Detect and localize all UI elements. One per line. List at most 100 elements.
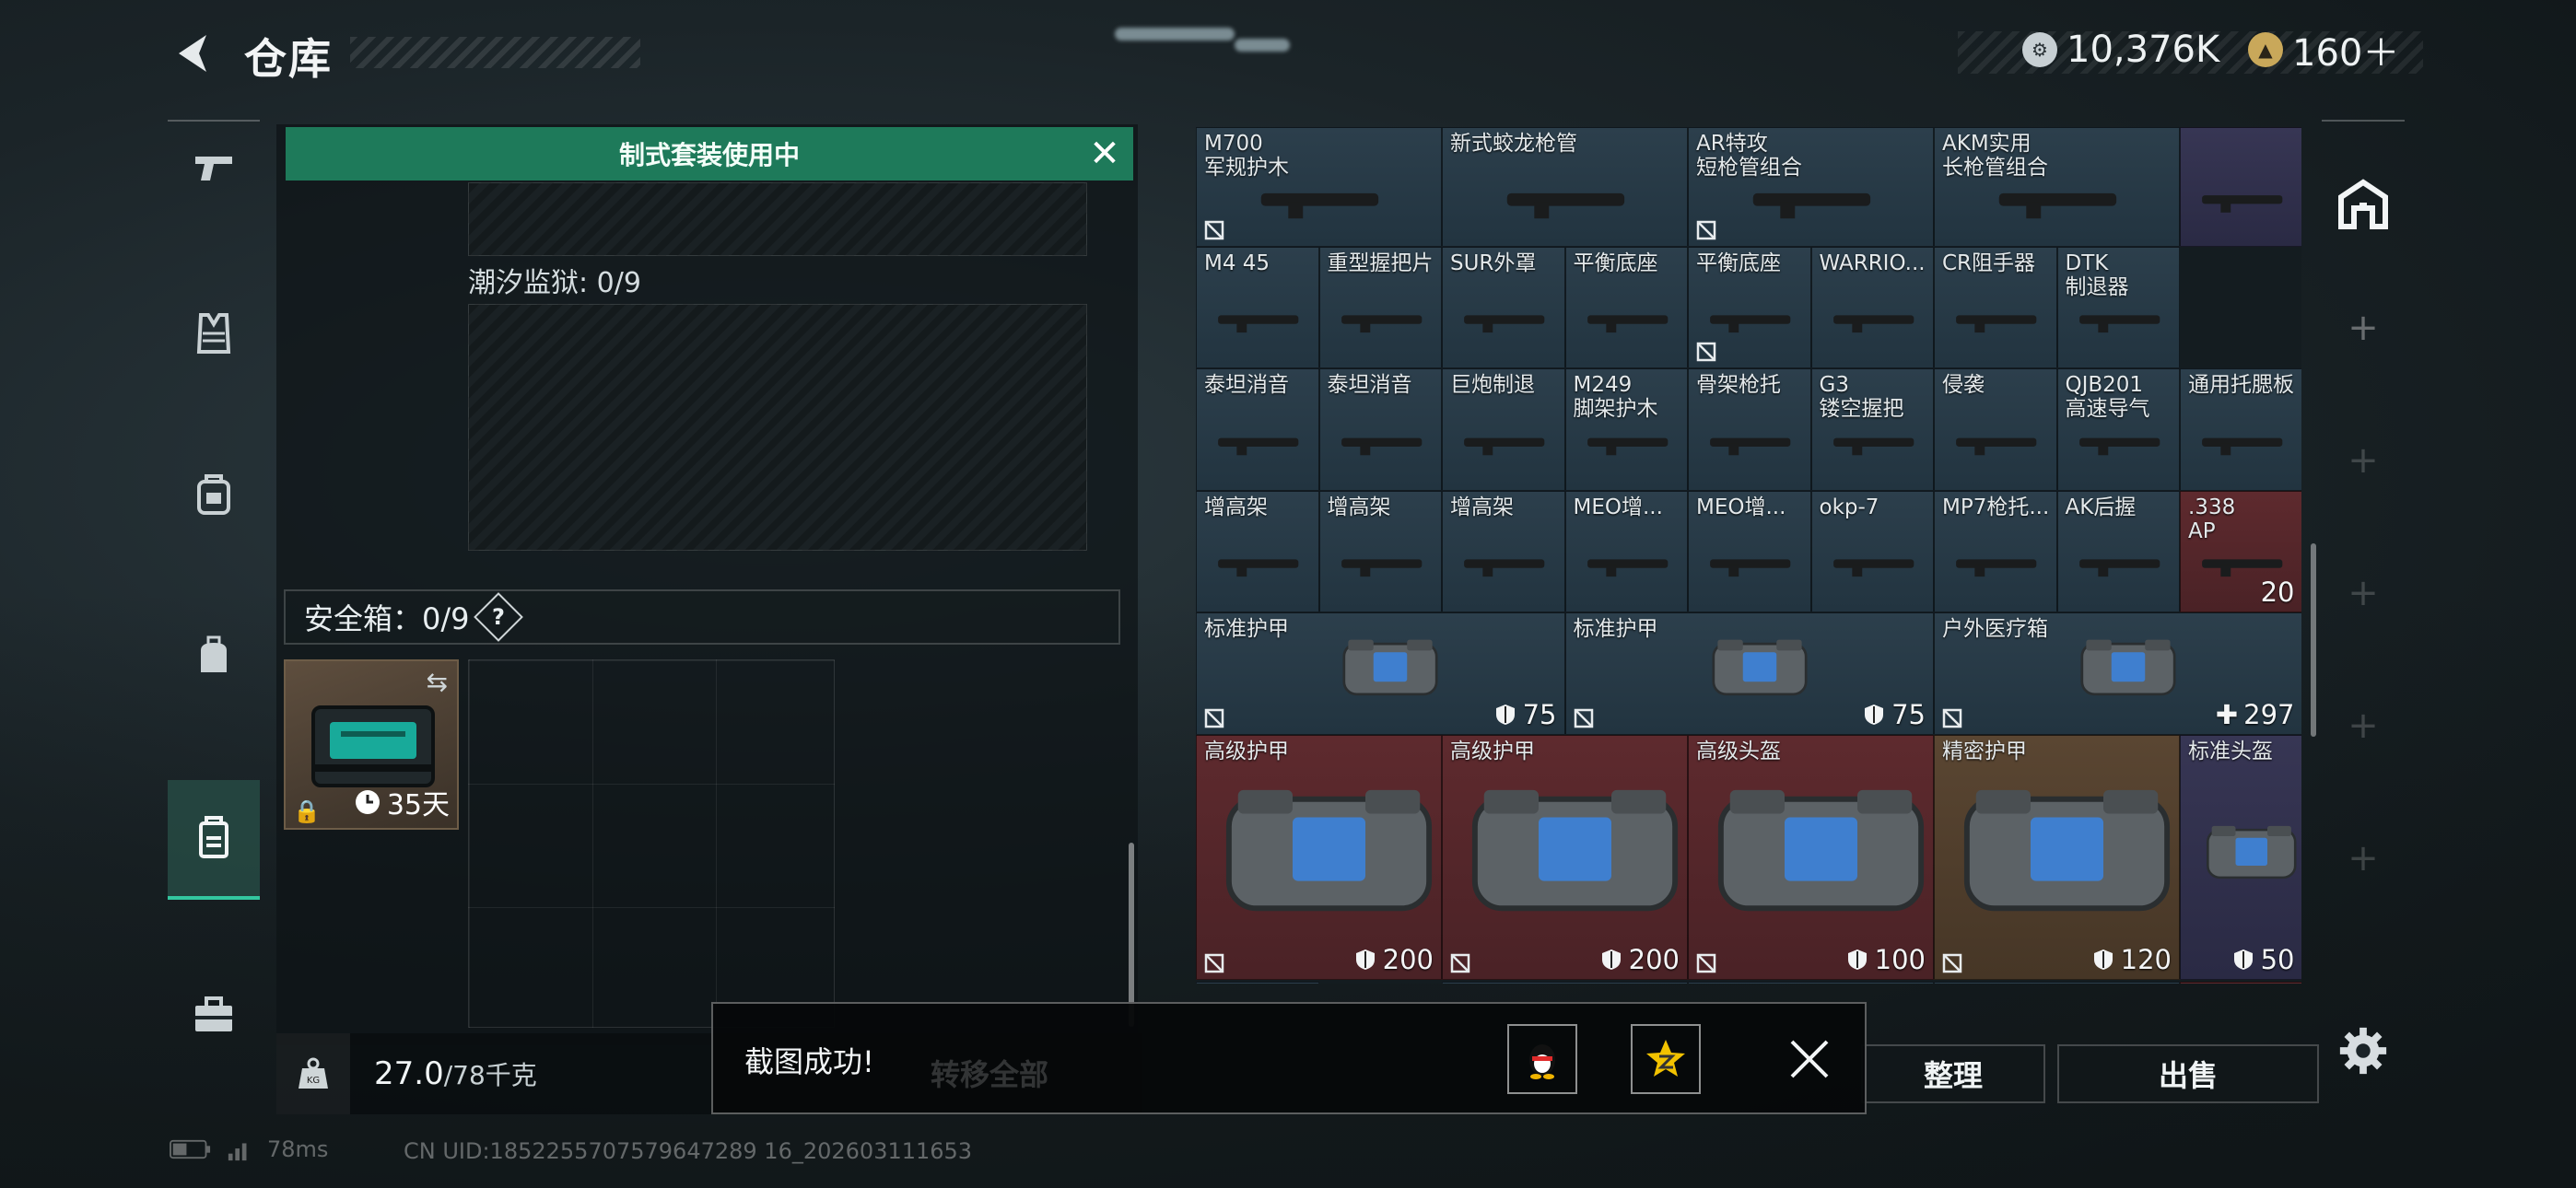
inventory-item[interactable]: 泰坦消音 — [1318, 368, 1442, 491]
inventory-item[interactable]: 侵袭 — [1934, 368, 2057, 491]
inventory-item[interactable]: 高级头盔 100 — [1688, 735, 1934, 980]
close-icon[interactable]: ✕ — [1085, 133, 1124, 175]
nav-backpack[interactable] — [168, 448, 260, 541]
inventory-item[interactable]: 战术手术包 — [1934, 982, 2180, 984]
item-image — [1218, 437, 1299, 456]
uid-watermark: CN UID:1852255707579647289 16_2026031116… — [404, 1138, 973, 1164]
inventory-item[interactable]: .338 AP 20 — [2180, 491, 2301, 612]
inventory-item[interactable]: 平衡底座 — [1688, 247, 1811, 368]
inventory-item[interactable]: MEO增... — [1688, 491, 1811, 612]
inventory-item[interactable]: MEO增... — [1564, 491, 1688, 612]
inventory-item[interactable]: G3 镂空握把 — [1810, 368, 1934, 491]
add-storage-button[interactable]: + — [2322, 556, 2405, 630]
inventory-item[interactable]: AK后握 — [2056, 491, 2180, 612]
nav-weapons[interactable] — [168, 122, 260, 214]
add-storage-button[interactable]: + — [2322, 689, 2405, 763]
plus-icon: + — [2348, 439, 2379, 482]
item-name: 高级护甲 — [1450, 740, 1535, 763]
item-image — [1710, 559, 1791, 577]
inventory-item[interactable]: 平衡底座 — [1564, 247, 1688, 368]
add-storage-button[interactable]: + — [2322, 291, 2405, 365]
share-qzone-button[interactable] — [1631, 1024, 1701, 1094]
inventory-item[interactable]: 巨炮制退 — [1442, 368, 1565, 491]
currency-gold[interactable]: ▲ 160＋ — [2248, 28, 2399, 75]
inventory-item[interactable]: 标准护甲 75 — [1196, 612, 1565, 735]
inventory-item[interactable]: 重型握把片 — [1318, 247, 1442, 368]
swap-icon[interactable]: ⇆ — [427, 667, 448, 697]
item-name: 标准护甲 — [1204, 617, 1289, 641]
inventory-item[interactable]: 增高架 — [1196, 491, 1319, 612]
inventory-item[interactable]: 标准护甲 75 — [1564, 612, 1934, 735]
inventory-item[interactable]: 户外医疗箱 ✚ 297 — [1934, 612, 2301, 735]
no-insure-icon — [1696, 953, 1716, 973]
inventory-item[interactable]: AKM实用 长枪管组合 — [1934, 127, 2180, 247]
item-image — [1464, 315, 1545, 333]
no-insure-icon — [1204, 220, 1224, 240]
organize-button[interactable]: 整理 — [1861, 1044, 2045, 1103]
inventory-item[interactable]: 泰坦消音 — [1196, 368, 1319, 491]
inventory-item[interactable]: SUR外罩 — [1442, 247, 1565, 368]
toast-close-button[interactable] — [1782, 1031, 1837, 1087]
inventory-item[interactable]: CR阻手器 — [1934, 247, 2057, 368]
inventory-item[interactable]: 高级护甲 200 — [1442, 735, 1688, 980]
item-image — [1260, 192, 1379, 218]
inventory-item[interactable]: QJB201 高速导气 — [2056, 368, 2180, 491]
inventory-item[interactable]: AR特攻 短枪管组合 — [1688, 127, 1934, 247]
add-storage-button[interactable]: + — [2322, 424, 2405, 497]
item-name: MEO增... — [1696, 495, 1786, 519]
inventory-item[interactable]: 标准头盔 50 — [2180, 735, 2301, 980]
inventory-item[interactable] — [2180, 127, 2301, 247]
nav-toolbox[interactable] — [168, 969, 260, 1061]
item-name: 新式蛟龙枪管 — [1450, 132, 1577, 156]
item-image — [1956, 315, 2037, 333]
storage-tab[interactable] — [2322, 158, 2405, 250]
inventory-item[interactable]: 增高架 — [1318, 491, 1442, 612]
safe-box-grid[interactable] — [468, 659, 835, 1028]
toast-message: 截图成功! — [744, 1044, 874, 1079]
inventory-item[interactable]: 野战急救包 — [1442, 982, 1688, 984]
inventory-item[interactable]: WARRIO... — [1810, 247, 1934, 368]
safe-box-header: 安全箱：0/9 ? — [284, 589, 1120, 645]
item-image — [2078, 437, 2160, 456]
nav-vest[interactable] — [168, 287, 260, 379]
inventory-scrollbar[interactable] — [2311, 543, 2316, 737]
inventory-item[interactable]: DTK 制退器 — [2056, 247, 2180, 368]
inventory-item[interactable]: MP7枪托... — [1934, 491, 2057, 612]
center-scrollbar[interactable] — [1129, 843, 1134, 1027]
back-button[interactable] — [166, 26, 221, 81]
nav-bag[interactable] — [168, 610, 260, 702]
back-arrow-icon — [179, 35, 206, 72]
inventory-item[interactable]: 战术手术包 — [1688, 982, 1934, 984]
inventory-item[interactable]: M4 45 — [1196, 247, 1319, 368]
inventory-item[interactable]: 增高架 — [1442, 491, 1565, 612]
inventory-item[interactable]: okp-7 — [1810, 491, 1934, 612]
inventory-item[interactable]: 高级护甲 200 — [1196, 735, 1442, 980]
inventory-item[interactable]: 通用托腮板 — [2180, 368, 2301, 491]
sell-button[interactable]: 出售 — [2057, 1044, 2319, 1103]
transfer-all-button[interactable]: 转移全部 — [931, 1052, 1048, 1094]
settings-gear-icon[interactable] — [2336, 1024, 2390, 1077]
equipment-slot[interactable] — [468, 182, 1087, 256]
safe-box-item[interactable]: ⇆ 🔒 35天 — [284, 659, 459, 830]
inventory-item[interactable]: M249 脚架护木 — [1564, 368, 1688, 491]
tide-prison-grid[interactable] — [468, 304, 1087, 551]
inventory-item[interactable]: 新式蛟龙枪管 — [1442, 127, 1688, 247]
inventory-item[interactable]: M700 军规护木 — [1196, 127, 1442, 247]
item-image — [1341, 559, 1422, 577]
inventory-item[interactable]: 骨架枪托 — [1688, 368, 1811, 491]
safe-box-label: 安全箱：0/9 — [304, 601, 470, 636]
item-name: MP7枪托... — [1942, 495, 2050, 519]
item-image — [1956, 559, 2037, 577]
add-storage-button[interactable]: + — [2322, 821, 2405, 895]
toolbox-icon — [195, 996, 232, 1031]
nav-safe-case[interactable] — [168, 780, 260, 900]
inventory-item[interactable]: 精密护甲 120 — [1934, 735, 2180, 980]
help-button[interactable]: ? — [473, 592, 523, 642]
item-image — [2202, 437, 2283, 456]
item-name: 泰坦消音 — [1204, 373, 1289, 397]
svg-text:KG: KG — [307, 1076, 320, 1086]
inventory-item[interactable]: .338 AP — [2180, 982, 2301, 984]
share-qq-button[interactable] — [1507, 1024, 1577, 1094]
inventory-item[interactable]: 标准头盔 — [1196, 982, 1319, 984]
item-value-number: 297 — [2243, 699, 2295, 730]
